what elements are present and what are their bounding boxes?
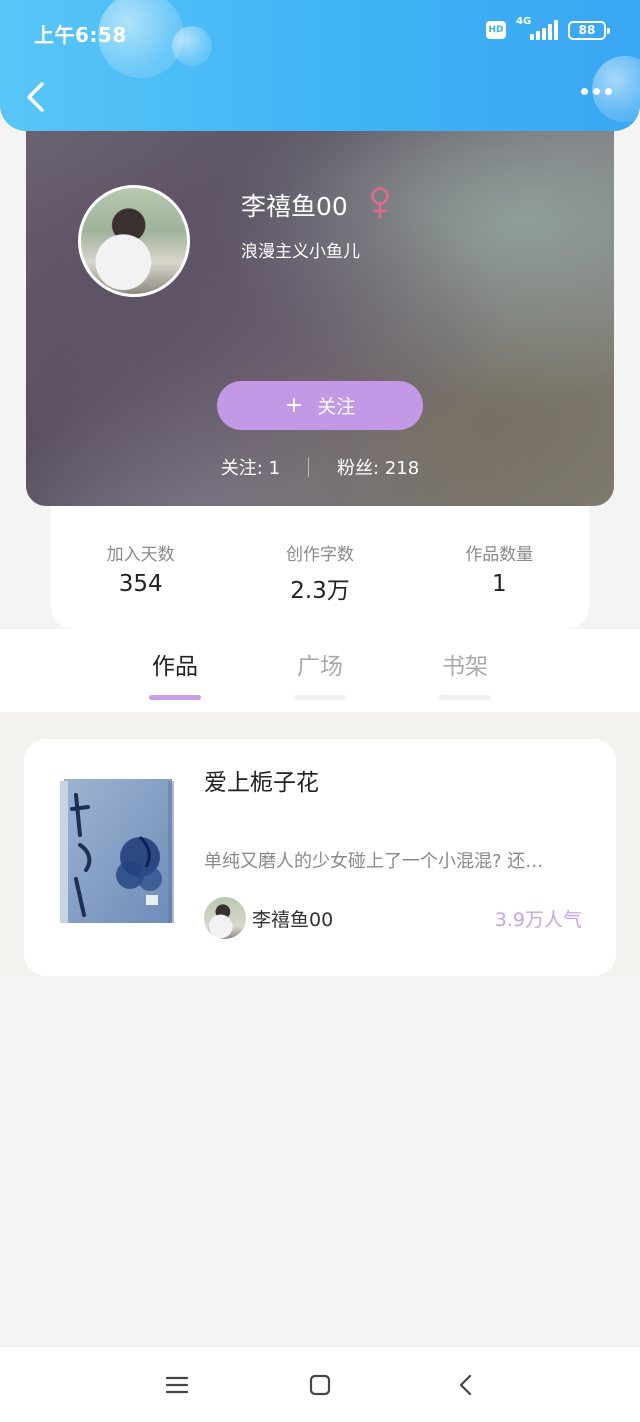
follow-counts: 关注: 1 粉丝: 218 (26, 454, 614, 480)
author-name: 李禧鱼00 (252, 909, 334, 931)
tab-label: 作品 (152, 654, 198, 680)
status-icons: HD 4G 88 (486, 16, 610, 40)
signal-icon: 4G (516, 16, 558, 40)
tab-indicator (294, 695, 346, 700)
stat-value: 1 (492, 571, 507, 597)
tab-indicator (149, 695, 201, 700)
book-description: 单纯又磨人的少女碰上了一个小混混? 还… (204, 851, 544, 872)
hd-icon: HD (486, 21, 506, 39)
plus-icon: + (284, 393, 304, 418)
followers-count[interactable]: 粉丝: 218 (337, 454, 419, 480)
stats-panel: 加入天数 354 创作字数 2.3万 作品数量 1 (51, 506, 589, 629)
stat-label: 作品数量 (465, 545, 534, 565)
following-count[interactable]: 关注: 1 (221, 454, 280, 480)
top-header: 上午6:58 HD 4G 88 (0, 0, 640, 131)
female-icon (371, 187, 389, 219)
stat-word-count: 创作字数 2.3万 (230, 506, 409, 629)
stat-value: 2.3万 (290, 578, 350, 604)
avatar[interactable] (78, 185, 190, 297)
bio: 浪漫主义小鱼儿 (241, 242, 360, 262)
author-avatar (204, 897, 246, 939)
tab-works[interactable]: 作品 (135, 647, 215, 700)
decor-bubble (172, 26, 212, 66)
tab-indicator (439, 695, 491, 700)
tab-bar: 作品 广场 书架 (0, 629, 640, 712)
username: 李禧鱼00 (241, 192, 348, 221)
divider (308, 457, 310, 477)
battery-icon: 88 (568, 20, 610, 40)
stat-works-count: 作品数量 1 (410, 506, 589, 629)
tab-square[interactable]: 广场 (280, 647, 360, 700)
popularity-count: 3.9万人气 (494, 909, 582, 931)
tab-bookshelf[interactable]: 书架 (425, 647, 505, 700)
back-nav-icon[interactable] (452, 1371, 480, 1399)
follow-button[interactable]: + 关注 (217, 381, 423, 430)
stat-label: 创作字数 (285, 545, 354, 565)
system-nav-bar (0, 1346, 640, 1422)
book-cover[interactable] (58, 775, 176, 927)
tab-label: 广场 (297, 654, 343, 680)
stat-value: 354 (118, 571, 163, 597)
book-title[interactable]: 爱上栀子花 (204, 763, 319, 797)
profile-card: 李禧鱼00 浪漫主义小鱼儿 + 关注 关注: 1 粉丝: 218 (26, 100, 614, 506)
stat-join-days: 加入天数 354 (51, 506, 230, 629)
stat-label: 加入天数 (106, 545, 175, 565)
back-icon[interactable] (22, 80, 50, 114)
tab-label: 书架 (442, 654, 488, 680)
book-card[interactable]: 爱上栀子花 单纯又磨人的少女碰上了一个小混混? 还… 李禧鱼00 3.9万人气 (24, 739, 616, 976)
more-icon[interactable] (581, 88, 612, 95)
network-label: 4G (516, 16, 532, 27)
home-icon[interactable] (306, 1371, 334, 1399)
menu-icon[interactable] (163, 1371, 191, 1399)
status-time: 上午6:58 (34, 23, 127, 47)
follow-label: 关注 (317, 396, 356, 418)
